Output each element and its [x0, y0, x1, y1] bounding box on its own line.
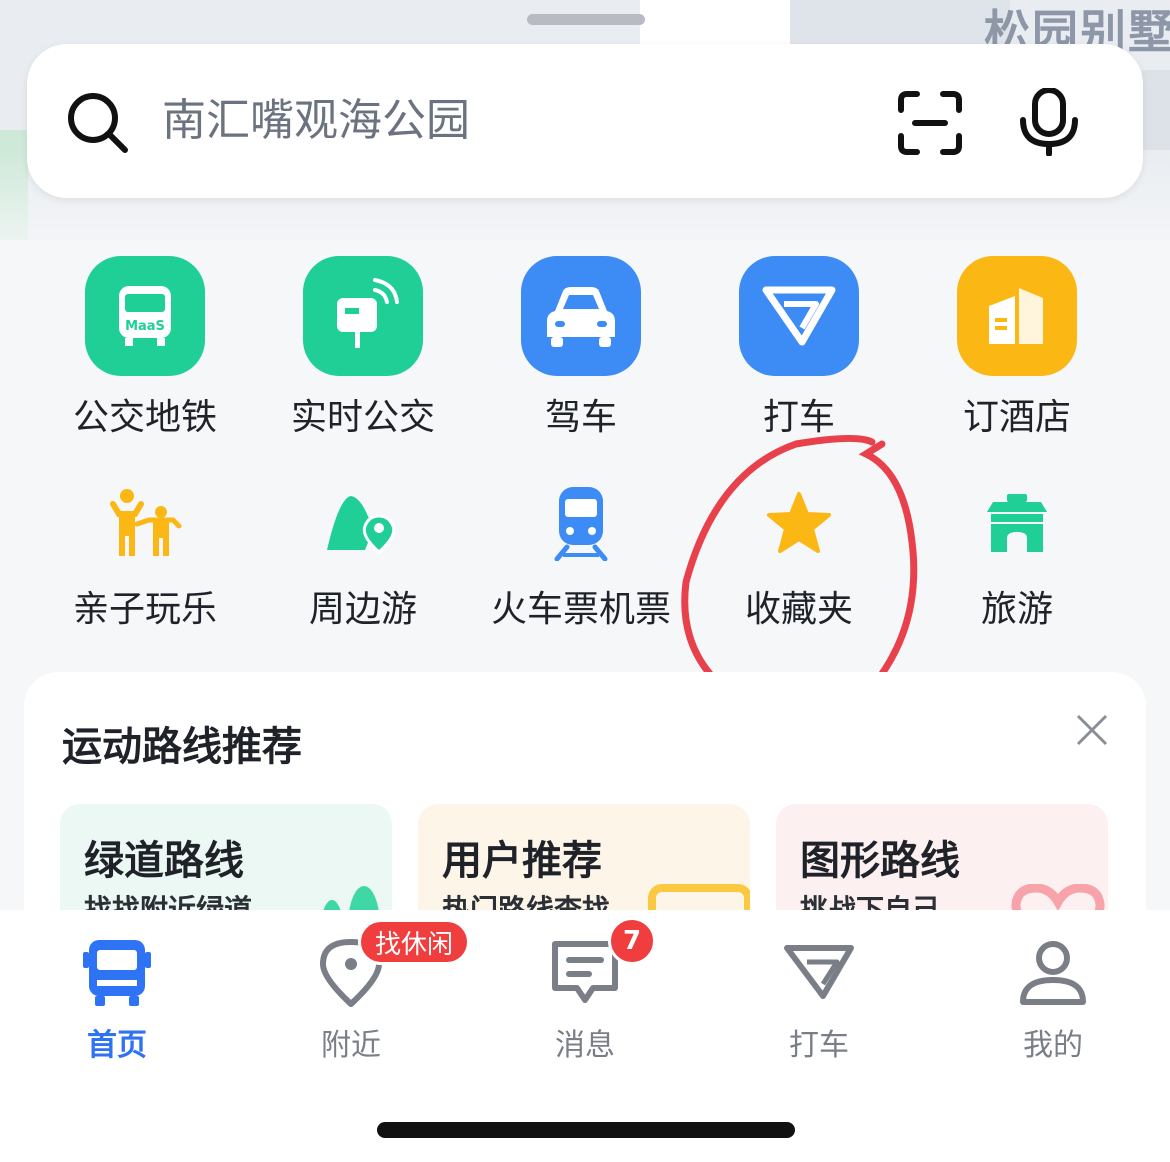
action-favorites[interactable]: 收藏夹 [699, 478, 899, 632]
action-hotel[interactable]: 订酒店 [917, 256, 1117, 440]
action-label: 公交地铁 [72, 397, 217, 438]
home-indicator [377, 1122, 795, 1138]
bus-icon [83, 940, 151, 1006]
sheet-grabber[interactable] [527, 14, 645, 25]
star-icon [754, 478, 844, 568]
microphone-icon[interactable] [1017, 88, 1081, 156]
action-label: 周边游 [308, 589, 417, 630]
train-icon [536, 478, 626, 568]
action-label: 亲子玩乐 [72, 589, 217, 630]
search-input[interactable] [162, 90, 762, 150]
bus-icon: MaaS [85, 256, 205, 376]
car-icon [521, 256, 641, 376]
action-travel[interactable]: 旅游 [917, 478, 1117, 632]
card-title: 用户推荐 [442, 838, 602, 884]
action-label: 收藏夹 [744, 589, 853, 630]
svg-text:MaaS: MaaS [125, 319, 165, 334]
tab-home[interactable]: 首页 [37, 934, 197, 1064]
action-label: 火车票机票 [490, 589, 671, 630]
tab-label: 我的 [1023, 1028, 1083, 1063]
taxi-icon [739, 256, 859, 376]
card-title: 图形路线 [800, 838, 960, 884]
card-title: 绿道路线 [84, 838, 244, 884]
action-family-fun[interactable]: 亲子玩乐 [45, 478, 245, 632]
action-drive[interactable]: 驾车 [481, 256, 681, 440]
action-realtime-bus[interactable]: 实时公交 [263, 256, 463, 440]
user-icon [1020, 941, 1086, 1005]
tab-label: 打车 [789, 1028, 849, 1063]
message-count-badge: 7 [608, 917, 656, 965]
action-taxi[interactable]: 打车 [699, 256, 899, 440]
taxi-icon [784, 945, 854, 999]
action-nearby-tour[interactable]: 周边游 [263, 478, 463, 632]
close-icon[interactable] [1074, 712, 1110, 748]
action-label: 旅游 [980, 589, 1053, 630]
tab-label: 首页 [87, 1028, 147, 1063]
tab-label: 消息 [555, 1028, 615, 1063]
nearby-leisure-badge: 找休闲 [358, 919, 471, 965]
action-label: 驾车 [544, 397, 617, 438]
section-title: 运动路线推荐 [62, 724, 302, 770]
tab-mine[interactable]: 我的 [973, 934, 1133, 1064]
action-label: 订酒店 [962, 397, 1071, 438]
tab-label: 附近 [321, 1028, 381, 1063]
mountain-pin-icon [318, 478, 408, 568]
scan-icon[interactable] [897, 90, 963, 156]
hotel-icon [957, 256, 1077, 376]
action-label: 实时公交 [290, 397, 435, 438]
action-train-flight[interactable]: 火车票机票 [481, 478, 681, 632]
search-bar[interactable] [27, 44, 1143, 198]
tab-taxi[interactable]: 打车 [739, 934, 899, 1064]
family-icon [100, 478, 190, 568]
gate-icon [972, 478, 1062, 568]
bus-stop-icon [303, 256, 423, 376]
action-label: 打车 [762, 397, 835, 438]
search-icon [68, 93, 128, 153]
action-bus-subway[interactable]: MaaS 公交地铁 [45, 256, 245, 440]
